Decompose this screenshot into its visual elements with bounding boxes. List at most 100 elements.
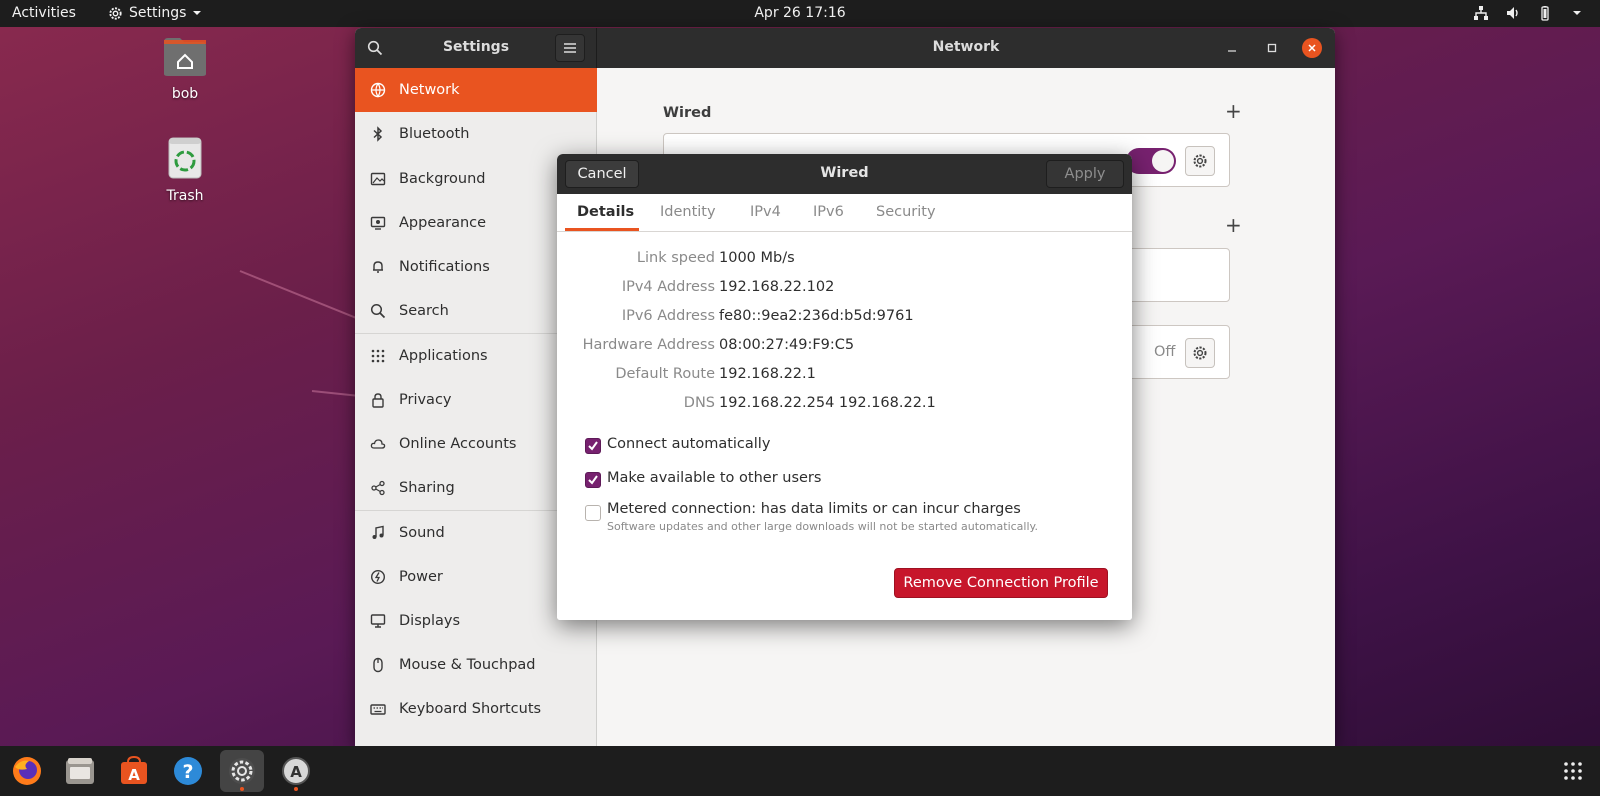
dock-software[interactable]: A (112, 750, 156, 792)
desktop-home-folder[interactable]: bob (155, 36, 215, 102)
sidebar-item-label: Sound (399, 525, 445, 541)
default-route-label: Default Route (615, 366, 715, 382)
sidebar-item-label: Notifications (399, 259, 490, 275)
display-icon (369, 612, 387, 630)
default-route-value: 192.168.22.1 (719, 366, 816, 382)
proxy-settings-button[interactable] (1185, 338, 1215, 368)
sidebar-header: Settings (355, 28, 597, 68)
show-applications-button[interactable] (1551, 750, 1595, 792)
clock[interactable]: Apr 26 17:16 (754, 5, 845, 21)
music-note-icon (369, 524, 387, 542)
connect-automatically-checkbox[interactable] (585, 438, 601, 454)
sidebar-item-label: Network (399, 82, 460, 98)
dock-firefox[interactable] (5, 750, 49, 792)
app-grid-icon (1564, 762, 1582, 780)
network-wired-icon (1472, 4, 1490, 22)
cloud-icon (369, 435, 387, 453)
apply-button[interactable]: Apply (1046, 160, 1124, 188)
sidebar-item-label: Search (399, 303, 449, 319)
bluetooth-icon (369, 125, 387, 143)
sidebar-item-label: Sharing (399, 480, 455, 496)
sidebar-item-label: Bluetooth (399, 126, 470, 142)
ipv4-address-label: IPv4 Address (621, 279, 715, 295)
minimize-icon (1228, 50, 1236, 52)
network-icon (369, 81, 387, 99)
sidebar-item-label: Power (399, 569, 443, 585)
ipv4-address-value: 192.168.22.102 (719, 279, 835, 295)
checkmark-icon (588, 475, 598, 485)
menu-button[interactable] (555, 34, 585, 62)
dns-value: 192.168.22.254 192.168.22.1 (719, 395, 936, 411)
dialog-tabs: Details Identity IPv4 IPv6 Security (557, 194, 1132, 232)
sidebar-item-label: Displays (399, 613, 461, 629)
power-icon (369, 568, 387, 586)
files-icon (66, 758, 94, 784)
tab-identity[interactable]: Identity (660, 204, 716, 220)
keyboard-icon (369, 700, 387, 718)
app-menu[interactable]: Settings (108, 5, 202, 21)
metered-connection-checkbox[interactable] (585, 505, 601, 521)
make-available-label[interactable]: Make available to other users (607, 470, 821, 486)
share-icon (369, 479, 387, 497)
settings-icon (229, 758, 255, 784)
sidebar-item-keyboard-shortcuts[interactable]: Keyboard Shortcuts (355, 687, 597, 731)
remove-connection-profile-button[interactable]: Remove Connection Profile (894, 568, 1108, 598)
bell-icon (369, 258, 387, 276)
desktop-trash[interactable]: Trash (155, 136, 215, 204)
desktop-home-label: bob (171, 86, 199, 102)
wired-section-title: Wired (663, 105, 712, 121)
minimize-button[interactable] (1222, 38, 1242, 58)
maximize-button[interactable] (1262, 38, 1282, 58)
appearance-icon (369, 214, 387, 232)
desktop-trash-label: Trash (166, 188, 204, 204)
wired-dialog: Cancel Wired Apply Details Identity IPv4… (557, 154, 1132, 620)
sidebar-item-bluetooth[interactable]: Bluetooth (355, 112, 597, 156)
tab-ipv4[interactable]: IPv4 (750, 204, 781, 220)
system-tray[interactable] (1472, 4, 1586, 22)
sidebar-item-network[interactable]: Network (355, 68, 597, 112)
dock-settings[interactable] (220, 750, 264, 792)
svg-text:A: A (128, 766, 140, 784)
svg-text:A: A (290, 763, 302, 781)
search-icon (369, 302, 387, 320)
wired-settings-button[interactable] (1185, 146, 1215, 176)
add-vpn-button[interactable]: + (1225, 213, 1242, 237)
tab-details[interactable]: Details (577, 204, 634, 220)
active-tab-indicator (565, 228, 639, 231)
home-folder-icon (155, 36, 215, 82)
tab-ipv6[interactable]: IPv6 (813, 204, 844, 220)
dock-files[interactable] (58, 750, 102, 792)
make-available-checkbox[interactable] (585, 472, 601, 488)
sidebar-item-mouse-touchpad[interactable]: Mouse & Touchpad (355, 643, 597, 687)
trash-icon (155, 136, 215, 184)
background-icon (369, 170, 387, 188)
cancel-button[interactable]: Cancel (565, 160, 639, 188)
wired-toggle[interactable] (1126, 148, 1176, 174)
gear-icon (109, 6, 122, 20)
running-indicator (294, 787, 298, 791)
dock-updater[interactable]: A (274, 750, 318, 792)
ipv6-address-value: fe80::9ea2:236d:b5d:9761 (719, 308, 914, 324)
sidebar-item-label: Background (399, 171, 486, 187)
help-icon: ? (174, 757, 202, 785)
close-button[interactable] (1302, 38, 1322, 58)
lock-icon (369, 391, 387, 409)
firefox-icon (13, 757, 41, 785)
sidebar-item-label: Keyboard Shortcuts (399, 701, 542, 717)
mouse-icon (369, 656, 387, 674)
toggle-knob (1152, 150, 1174, 172)
dns-label: DNS (683, 395, 715, 411)
tab-security[interactable]: Security (876, 204, 936, 220)
app-menu-label: Settings (129, 5, 187, 21)
dock-help[interactable]: ? (166, 750, 210, 792)
connect-automatically-label[interactable]: Connect automatically (607, 436, 770, 452)
metered-connection-label[interactable]: Metered connection: has data limits or c… (607, 501, 1021, 517)
activities-button[interactable]: Activities (12, 5, 76, 21)
chevron-down-icon (1568, 4, 1586, 22)
checkmark-icon (588, 441, 598, 451)
ipv6-address-label: IPv6 Address (621, 308, 715, 324)
battery-icon (1536, 4, 1554, 22)
proxy-status: Off (1154, 344, 1176, 360)
add-wired-button[interactable]: + (1225, 99, 1242, 123)
software-store-icon: A (121, 756, 147, 784)
